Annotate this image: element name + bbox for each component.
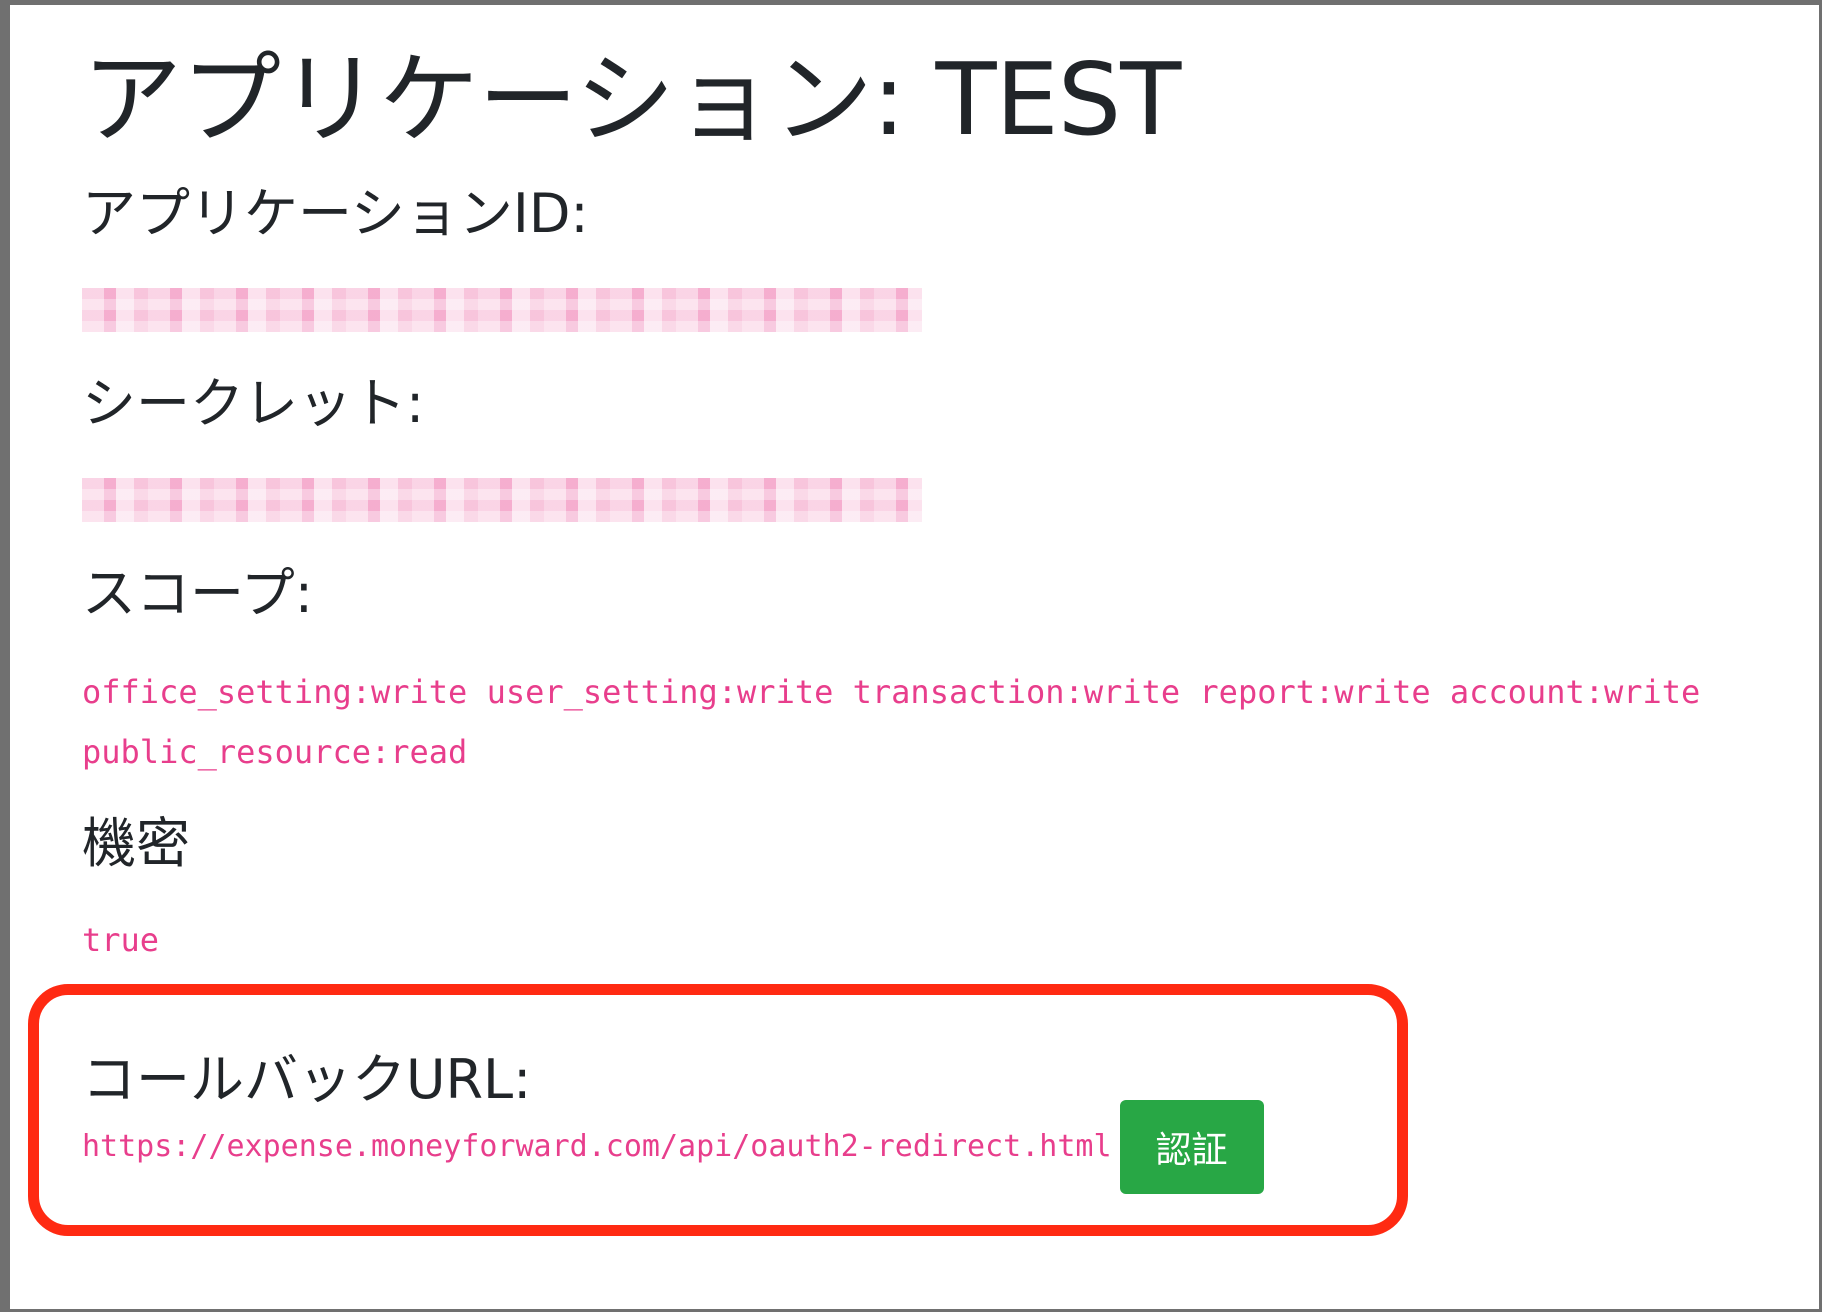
- secret-value-redacted: [82, 478, 922, 522]
- confidential-label: 機密: [82, 812, 190, 875]
- app-id-value-redacted: [82, 288, 922, 332]
- scope-value: office_setting:write user_setting:write …: [82, 673, 1701, 771]
- app-id-label: アプリケーションID:: [82, 182, 589, 245]
- confidential-value: true: [82, 921, 160, 959]
- callback-url-value: https://expense.moneyforward.com/api/oau…: [82, 1129, 1112, 1164]
- authorize-button[interactable]: 認証: [1119, 1100, 1264, 1194]
- secret-label: シークレット:: [82, 372, 425, 435]
- scope-label: スコープ:: [82, 562, 313, 625]
- page-title: アプリケーション: TEST: [82, 41, 1181, 158]
- callback-url-row: https://expense.moneyforward.com/api/oau…: [82, 1100, 1264, 1194]
- application-detail: アプリケーション: TEST アプリケーションID: シークレット: スコープ:…: [82, 40, 1762, 1194]
